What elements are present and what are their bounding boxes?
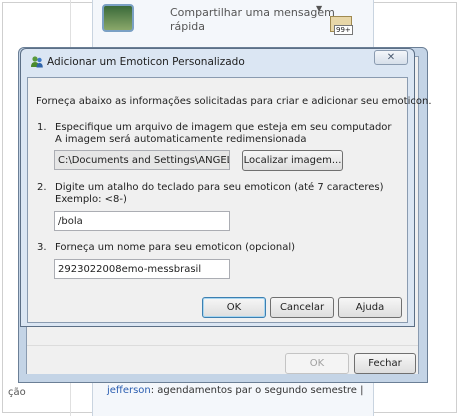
step2-instruction: Digite um atalho do teclado para seu emo… (55, 182, 384, 193)
step3-number: 3. (37, 242, 47, 253)
share-message-line1: Compartilhar uma mensagem (170, 6, 335, 19)
users-icon (31, 56, 43, 68)
parent-ok-button[interactable]: OK (285, 353, 349, 374)
ok-button[interactable]: OK (202, 297, 266, 318)
emoticon-name-field[interactable]: 2923022008emo-messbrasil (54, 259, 230, 279)
image-path-field[interactable]: C:\Documents and Settings\ANGELO (54, 150, 230, 170)
step3-instruction: Forneça um nome para seu emoticon (opcio… (55, 242, 296, 253)
contact-status-text: : agendamentos par o segundo semestre | (150, 385, 364, 396)
avatar[interactable] (102, 4, 134, 32)
chevron-down-icon[interactable]: ▼ (316, 4, 322, 13)
help-button[interactable]: Ajuda (338, 297, 402, 318)
background-text: ção (8, 387, 26, 398)
step2-example: Exemplo: <8-) (55, 194, 127, 205)
mail-count-badge: 99+ (334, 25, 353, 35)
dialog-title: Adicionar um Emoticon Personalizado (47, 56, 245, 68)
cancel-button[interactable]: Cancelar (270, 297, 334, 318)
share-message-line2: rápida (170, 20, 206, 33)
close-icon[interactable]: ✕ (374, 50, 408, 65)
step1-note: A imagem será automaticamente redimensio… (55, 134, 307, 145)
contact-status[interactable]: jefferson: agendamentos par o segundo se… (107, 385, 363, 396)
shortcut-field[interactable]: /bola (54, 211, 230, 231)
step2-number: 2. (37, 182, 47, 193)
contact-name: jefferson (107, 385, 151, 396)
close-dialog-button[interactable]: Fechar (354, 353, 416, 374)
step1-instruction: Especifique um arquivo de imagem que est… (55, 122, 392, 133)
intro-text: Forneça abaixo as informações solicitada… (36, 96, 432, 107)
share-message-link[interactable]: Compartilhar uma mensagem rápida (170, 6, 335, 34)
step1-number: 1. (37, 122, 47, 133)
browse-image-button[interactable]: Localizar imagem... (242, 150, 343, 171)
